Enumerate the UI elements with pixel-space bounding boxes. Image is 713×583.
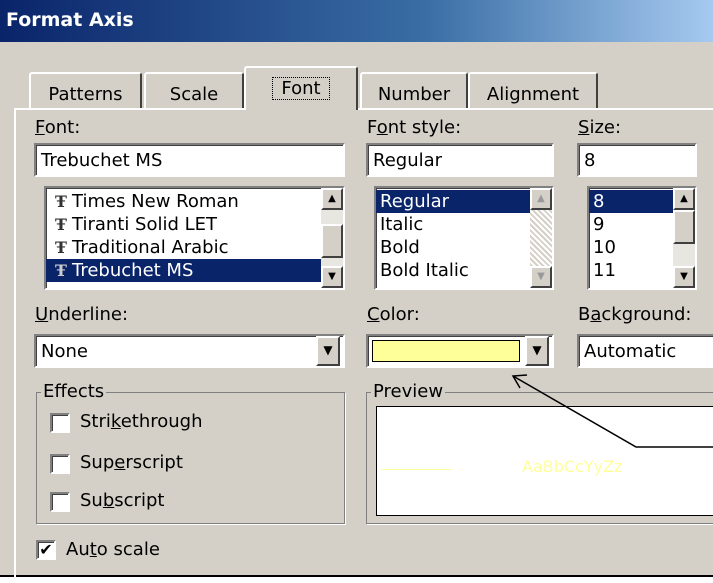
format-axis-dialog: Format Axis Patterns Scale Font Number A… — [0, 0, 713, 583]
tab-font[interactable]: Font — [244, 66, 358, 110]
